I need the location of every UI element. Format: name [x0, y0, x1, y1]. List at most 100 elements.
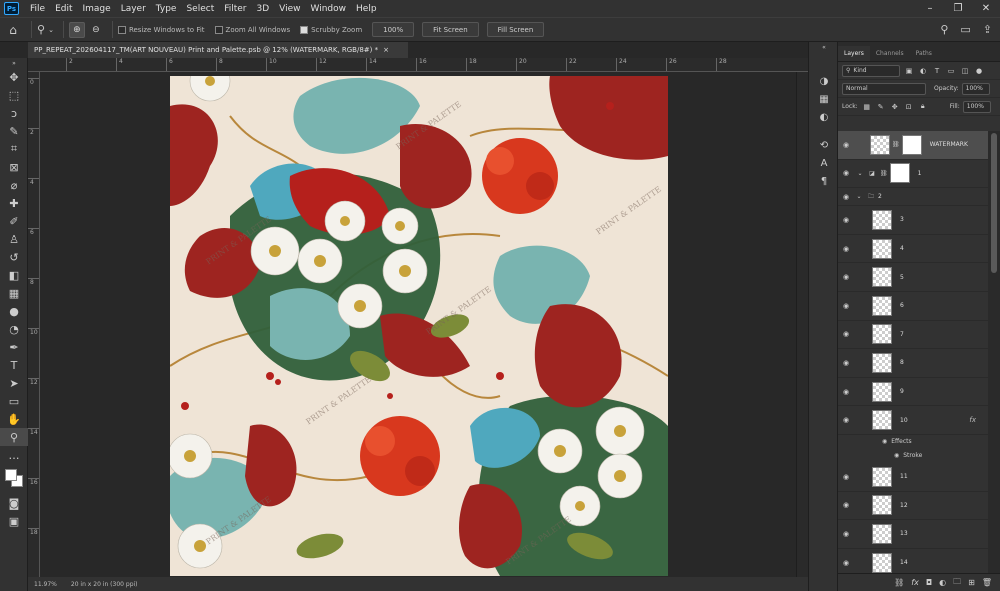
layer-name[interactable]: 6	[900, 302, 904, 309]
link-layers-icon[interactable]: ⛓︎	[894, 578, 904, 587]
smart-object-filter-icon[interactable]: ◫	[960, 66, 970, 76]
lock-all-icon[interactable]: 🔒︎	[918, 102, 928, 112]
shape-filter-icon[interactable]: ▭	[946, 66, 956, 76]
opacity-input[interactable]: 100%	[961, 82, 990, 95]
layer-group-row[interactable]: ◉ ⌄ 🗀︎ 2	[838, 188, 988, 207]
move-icon[interactable]: ✥	[0, 68, 28, 86]
add-mask-icon[interactable]: ◘	[926, 578, 932, 587]
layer-name[interactable]: 12	[900, 502, 908, 509]
layer-name[interactable]: 2	[878, 193, 882, 200]
document-tab[interactable]: PP_REPEAT_202604117_TM(ART NOUVEAU) Prin…	[28, 42, 408, 58]
gradient-icon[interactable]: ▦	[0, 284, 28, 302]
share-icon[interactable]: ⇪	[983, 23, 992, 36]
home-icon[interactable]: ⌂	[0, 17, 26, 42]
shape-icon[interactable]: ▭	[0, 392, 28, 410]
eye-icon[interactable]: ◉	[838, 216, 854, 224]
color-swatches[interactable]	[0, 464, 28, 494]
foreground-color[interactable]	[5, 469, 17, 481]
eye-icon[interactable]: ◉	[894, 452, 899, 459]
layer-mask-thumbnail[interactable]	[901, 134, 922, 155]
zoom-100-button[interactable]: 100%	[372, 22, 415, 37]
layer-row[interactable]: ◉ 3	[838, 206, 988, 235]
quick-select-icon[interactable]: ✎	[0, 122, 28, 140]
layer-row[interactable]: ◉ 6	[838, 292, 988, 321]
menu-3d[interactable]: 3D	[252, 4, 275, 14]
layer-row[interactable]: ◉ 13	[838, 520, 988, 549]
character-panel-icon[interactable]: A	[809, 154, 839, 172]
layer-row[interactable]: ◉ 14	[838, 549, 988, 573]
workspace-icon[interactable]: ▭	[960, 23, 970, 36]
layer-name[interactable]: 9	[900, 388, 904, 395]
lock-pixels-icon[interactable]: ✎	[876, 102, 886, 112]
eye-icon[interactable]: ◉	[838, 141, 854, 149]
floral-pattern-artboard[interactable]: PRINT & PALETTE PRINT & PALETTE PRINT & …	[170, 76, 668, 576]
eye-icon[interactable]: ◉	[838, 245, 854, 253]
lock-transparency-icon[interactable]: ▦	[862, 102, 872, 112]
type-icon[interactable]: T	[0, 356, 28, 374]
eye-icon[interactable]: ◉	[838, 501, 854, 509]
fill-screen-button[interactable]: Fill Screen	[486, 22, 545, 37]
menu-image[interactable]: Image	[78, 4, 116, 14]
lasso-icon[interactable]: ↄ	[0, 104, 28, 122]
eyedropper-icon[interactable]: ⌀	[0, 176, 28, 194]
layer-name[interactable]: 1	[918, 170, 922, 177]
adjustment-filter-icon[interactable]: ◐	[918, 66, 928, 76]
layer-name[interactable]: 14	[900, 559, 908, 566]
menu-filter[interactable]: Filter	[219, 4, 251, 14]
layer-name[interactable]: WATERMARK	[930, 141, 968, 148]
quick-mask-icon[interactable]: ◙	[0, 494, 28, 512]
layers-list[interactable]: ◉ ⛓︎ WATERMARK ◉ ⌄ ◪ ⛓︎ 1 ◉ ⌄ 🗀︎ 2 ◉ 3 ◉ 4…	[838, 131, 988, 573]
new-adjustment-icon[interactable]: ◐	[939, 578, 946, 587]
delete-layer-icon[interactable]: 🗑︎	[982, 578, 992, 587]
tab-paths[interactable]: Paths	[910, 46, 938, 61]
history-panel-icon[interactable]: ⟲	[809, 136, 839, 154]
marquee-icon[interactable]: ⬚	[0, 86, 28, 104]
eye-icon[interactable]: ◉	[838, 473, 854, 481]
photoshop-logo[interactable]: Ps	[4, 2, 19, 15]
eye-icon[interactable]: ◉	[838, 530, 854, 538]
layer-name[interactable]: 11	[900, 473, 908, 480]
menu-layer[interactable]: Layer	[116, 4, 151, 14]
filter-toggle-icon[interactable]: ●	[974, 66, 984, 76]
eye-icon[interactable]: ◉	[838, 416, 854, 424]
screen-mode-icon[interactable]: ▣	[0, 512, 28, 530]
menu-help[interactable]: Help	[351, 4, 382, 14]
layer-name[interactable]: 4	[900, 245, 904, 252]
effects-row[interactable]: ◉ Effects	[838, 435, 988, 449]
eye-icon[interactable]: ◉	[838, 388, 854, 396]
zoom-all-checkbox[interactable]: Zoom All Windows	[214, 25, 290, 34]
menu-view[interactable]: View	[274, 4, 305, 14]
layer-row[interactable]: ◉ 8	[838, 349, 988, 378]
layer-name[interactable]: 10	[900, 417, 908, 424]
new-group-icon[interactable]: 🗀︎	[953, 576, 961, 590]
layer-row[interactable]: ◉ 7	[838, 321, 988, 350]
eye-icon[interactable]: ◉	[838, 302, 854, 310]
color-panel-icon[interactable]: ◑	[809, 72, 839, 90]
pen-icon[interactable]: ✒	[0, 338, 28, 356]
dodge-icon[interactable]: ◔	[0, 320, 28, 338]
add-style-icon[interactable]: fx	[911, 578, 919, 587]
eye-icon[interactable]: ◉	[838, 330, 854, 338]
brush-icon[interactable]: ✐	[0, 212, 28, 230]
layer-row[interactable]: ◉ ⌄ ◪ ⛓︎ 1	[838, 160, 988, 189]
stamp-icon[interactable]: ♙	[0, 230, 28, 248]
layers-scrollbar[interactable]	[988, 131, 1000, 573]
layer-row[interactable]: ◉ 5	[838, 263, 988, 292]
canvas-area[interactable]: PRINT & PALETTE PRINT & PALETTE PRINT & …	[40, 72, 796, 577]
zoom-icon[interactable]: ⚲	[0, 428, 28, 446]
collapse-toolbar-icon[interactable]: »	[0, 58, 28, 68]
hand-icon[interactable]: ✋	[0, 410, 28, 428]
eye-icon[interactable]: ◉	[838, 559, 854, 567]
eye-icon[interactable]: ◉	[882, 438, 887, 445]
menu-select[interactable]: Select	[181, 4, 219, 14]
scrollbar-thumb[interactable]	[991, 133, 997, 273]
layer-row[interactable]: ◉ ⛓︎ WATERMARK	[838, 131, 988, 160]
swatches-panel-icon[interactable]: ▦	[809, 90, 839, 108]
layer-effects-icon[interactable]: fx	[969, 416, 976, 424]
layer-name[interactable]: 5	[900, 274, 904, 281]
eraser-icon[interactable]: ◧	[0, 266, 28, 284]
layer-name[interactable]: 3	[900, 216, 904, 223]
tool-preset-picker[interactable]: ⚲ ⌄	[37, 23, 54, 36]
crop-icon[interactable]: ⌗	[0, 140, 28, 158]
filter-kind-select[interactable]: ⚲ Kind	[842, 64, 900, 77]
